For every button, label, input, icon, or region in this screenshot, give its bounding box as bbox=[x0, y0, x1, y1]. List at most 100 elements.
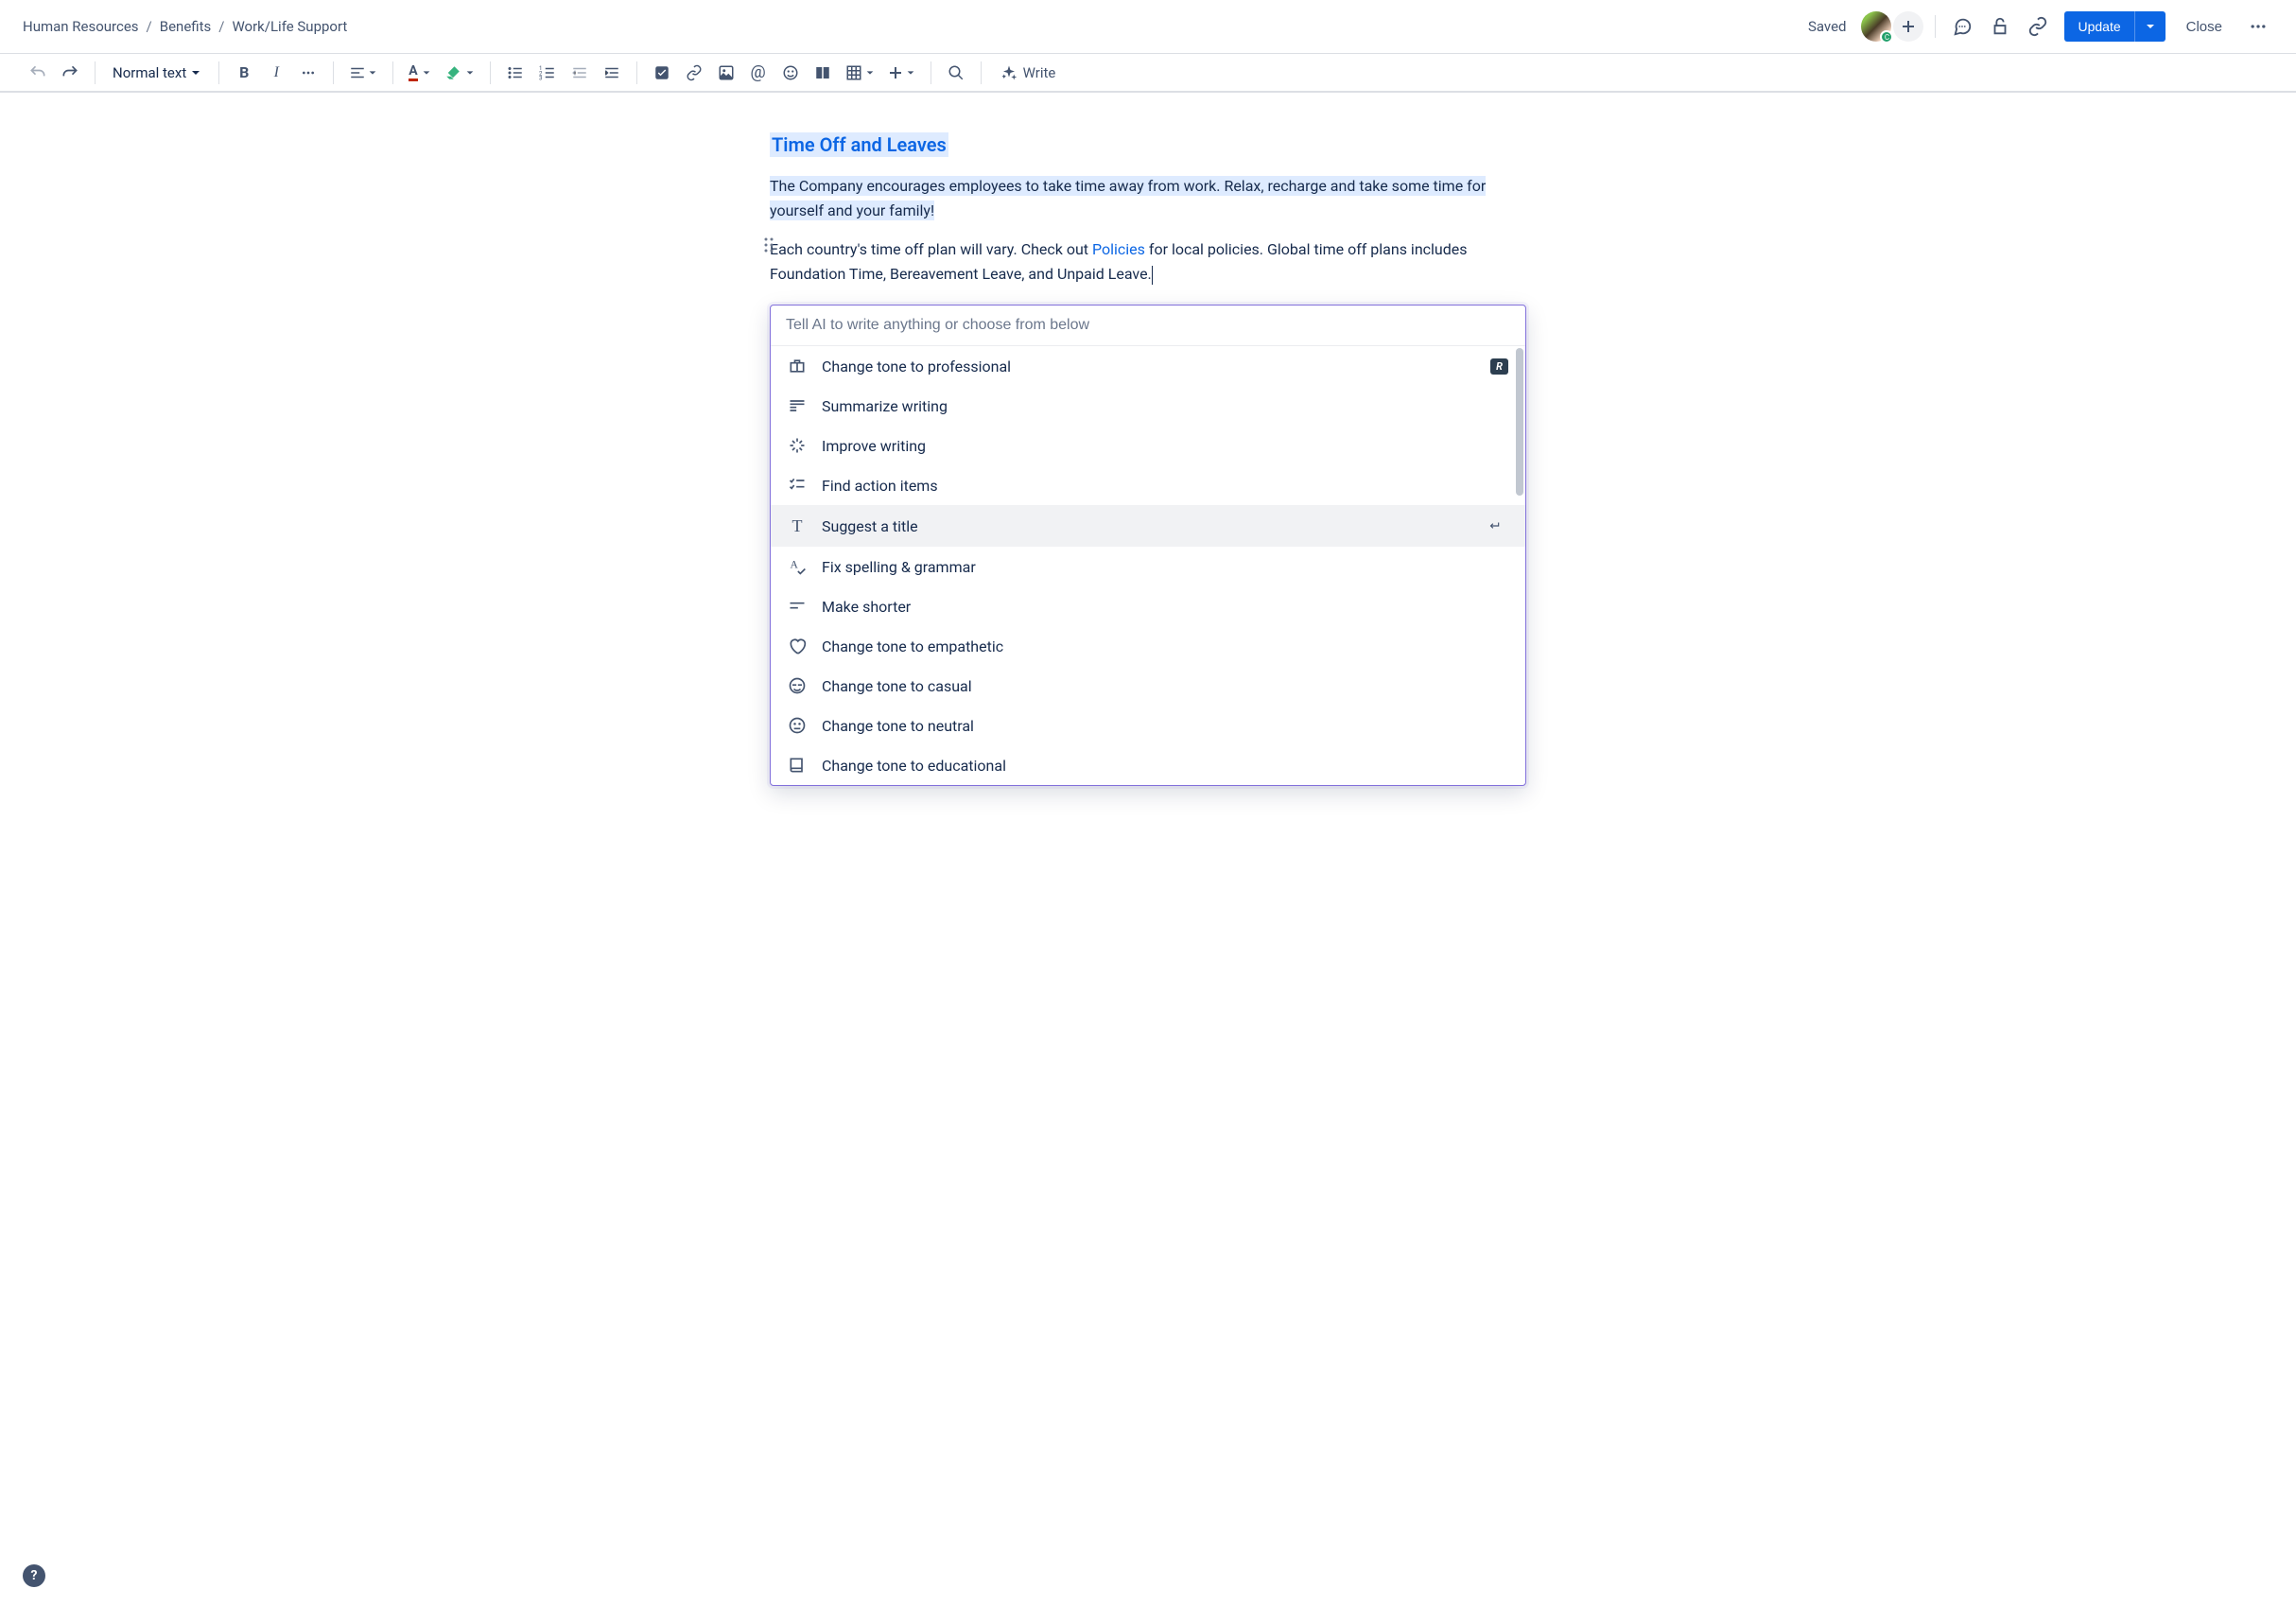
divider bbox=[1935, 15, 1936, 38]
italic-button[interactable]: I bbox=[261, 58, 291, 88]
undo-button[interactable] bbox=[23, 58, 53, 88]
text-cursor bbox=[1152, 266, 1153, 285]
svg-text:3: 3 bbox=[539, 75, 542, 81]
update-button[interactable]: Update bbox=[2064, 11, 2133, 42]
cool-face-icon bbox=[788, 676, 807, 695]
sparkle-icon bbox=[788, 436, 807, 455]
title-icon: T bbox=[788, 516, 807, 535]
breadcrumb-item[interactable]: Benefits bbox=[160, 18, 212, 35]
header-actions: Saved C Update Close bbox=[1808, 11, 2273, 43]
ai-item-make-shorter[interactable]: Make shorter bbox=[771, 586, 1525, 626]
link-icon bbox=[686, 64, 703, 81]
scrollbar[interactable] bbox=[1516, 348, 1523, 496]
editor-toolbar: Normal text B I A 123 bbox=[0, 53, 2296, 93]
text-style-dropdown[interactable]: Normal text bbox=[105, 58, 209, 88]
heart-icon bbox=[788, 637, 807, 655]
shorter-icon bbox=[788, 597, 807, 616]
ai-item-fix-spelling[interactable]: A Fix spelling & grammar bbox=[771, 547, 1525, 586]
avatar[interactable]: C bbox=[1861, 11, 1891, 42]
redo-button[interactable] bbox=[55, 58, 85, 88]
avatar-badge: C bbox=[1880, 30, 1893, 44]
numbered-list-button[interactable]: 123 bbox=[532, 58, 563, 88]
ai-item-summarize[interactable]: Summarize writing bbox=[771, 386, 1525, 426]
breadcrumb-item[interactable]: Work/Life Support bbox=[232, 18, 347, 35]
text-color-button[interactable]: A bbox=[403, 58, 436, 88]
alignment-button[interactable] bbox=[343, 58, 383, 88]
text-color-icon: A bbox=[409, 63, 417, 81]
ai-item-tone-empathetic[interactable]: Change tone to empathetic bbox=[771, 626, 1525, 666]
numbered-list-icon: 123 bbox=[539, 64, 556, 81]
document-paragraph[interactable]: The Company encourages employees to take… bbox=[770, 174, 1526, 222]
ai-sparkle-icon bbox=[1000, 64, 1018, 81]
bold-icon: B bbox=[239, 63, 249, 81]
enter-key-badge bbox=[1480, 515, 1508, 536]
mention-button[interactable]: @ bbox=[743, 58, 774, 88]
ai-item-change-tone-professional[interactable]: Change tone to professional R bbox=[771, 346, 1525, 386]
breadcrumb-separator: / bbox=[147, 18, 152, 35]
more-formatting-button[interactable] bbox=[293, 58, 323, 88]
ai-write-button[interactable]: Write bbox=[991, 58, 1066, 88]
chevron-down-icon bbox=[2145, 21, 2156, 32]
emoji-icon bbox=[782, 64, 799, 81]
close-button[interactable]: Close bbox=[2173, 11, 2235, 43]
breadcrumb-item[interactable]: Human Resources bbox=[23, 18, 139, 35]
divider bbox=[636, 61, 637, 84]
paragraph-drag-handle[interactable] bbox=[764, 237, 774, 253]
layouts-button[interactable] bbox=[808, 58, 838, 88]
ai-item-tone-neutral[interactable]: Change tone to neutral bbox=[771, 706, 1525, 745]
header-bar: Human Resources / Benefits / Work/Life S… bbox=[0, 0, 2296, 53]
ai-suggestions-list[interactable]: Change tone to professional R Summarize … bbox=[771, 345, 1525, 785]
insert-link-button[interactable] bbox=[679, 58, 709, 88]
link-button[interactable] bbox=[2023, 11, 2053, 42]
ai-item-action-items[interactable]: Find action items bbox=[771, 465, 1525, 505]
spellcheck-icon: A bbox=[788, 557, 807, 576]
ai-item-tone-casual[interactable]: Change tone to casual bbox=[771, 666, 1525, 706]
more-icon bbox=[301, 65, 316, 80]
image-button[interactable] bbox=[711, 58, 741, 88]
redo-icon bbox=[61, 63, 79, 82]
divider bbox=[490, 61, 491, 84]
search-icon bbox=[948, 64, 965, 81]
ai-item-suggest-title[interactable]: T Suggest a title bbox=[771, 505, 1525, 547]
ai-prompt-input[interactable] bbox=[786, 317, 1510, 334]
chevron-down-icon bbox=[906, 68, 915, 78]
add-collaborator-button[interactable] bbox=[1893, 11, 1923, 42]
comments-button[interactable] bbox=[1947, 11, 1977, 42]
document-heading[interactable]: Time Off and Leaves bbox=[770, 131, 1526, 159]
lock-button[interactable] bbox=[1985, 11, 2015, 42]
plus-icon bbox=[888, 65, 903, 80]
chevron-down-icon bbox=[465, 68, 475, 78]
document-paragraph[interactable]: Each country's time off plan will vary. … bbox=[770, 237, 1526, 286]
divider bbox=[981, 61, 982, 84]
bold-button[interactable]: B bbox=[229, 58, 259, 88]
neutral-face-icon bbox=[788, 716, 807, 735]
lock-open-icon bbox=[1990, 16, 2010, 37]
policies-link[interactable]: Policies bbox=[1092, 240, 1145, 258]
editor-content[interactable]: Time Off and Leaves The Company encourag… bbox=[751, 93, 1545, 824]
chevron-down-icon bbox=[422, 68, 431, 78]
table-button[interactable] bbox=[840, 58, 880, 88]
highlight-button[interactable] bbox=[439, 58, 480, 88]
help-button[interactable]: ? bbox=[23, 1564, 45, 1587]
emoji-button[interactable] bbox=[775, 58, 806, 88]
more-button[interactable] bbox=[2243, 11, 2273, 42]
task-button[interactable] bbox=[647, 58, 677, 88]
ai-item-tone-educational[interactable]: Change tone to educational bbox=[771, 745, 1525, 785]
find-button[interactable] bbox=[941, 58, 971, 88]
update-dropdown-button[interactable] bbox=[2134, 11, 2166, 42]
summary-icon bbox=[788, 396, 807, 415]
mention-icon: @ bbox=[751, 62, 766, 82]
ai-item-improve[interactable]: Improve writing bbox=[771, 426, 1525, 465]
comment-icon bbox=[1952, 16, 1973, 37]
breadcrumb-separator: / bbox=[218, 18, 224, 35]
bullet-list-button[interactable] bbox=[500, 58, 531, 88]
indent-button[interactable] bbox=[597, 58, 627, 88]
insert-more-button[interactable] bbox=[882, 58, 921, 88]
outdent-button[interactable] bbox=[565, 58, 595, 88]
undo-icon bbox=[28, 63, 47, 82]
divider bbox=[392, 61, 393, 84]
image-icon bbox=[718, 64, 735, 81]
enter-icon bbox=[1487, 519, 1501, 532]
breadcrumb: Human Resources / Benefits / Work/Life S… bbox=[23, 18, 347, 35]
chevron-down-icon bbox=[865, 68, 875, 78]
